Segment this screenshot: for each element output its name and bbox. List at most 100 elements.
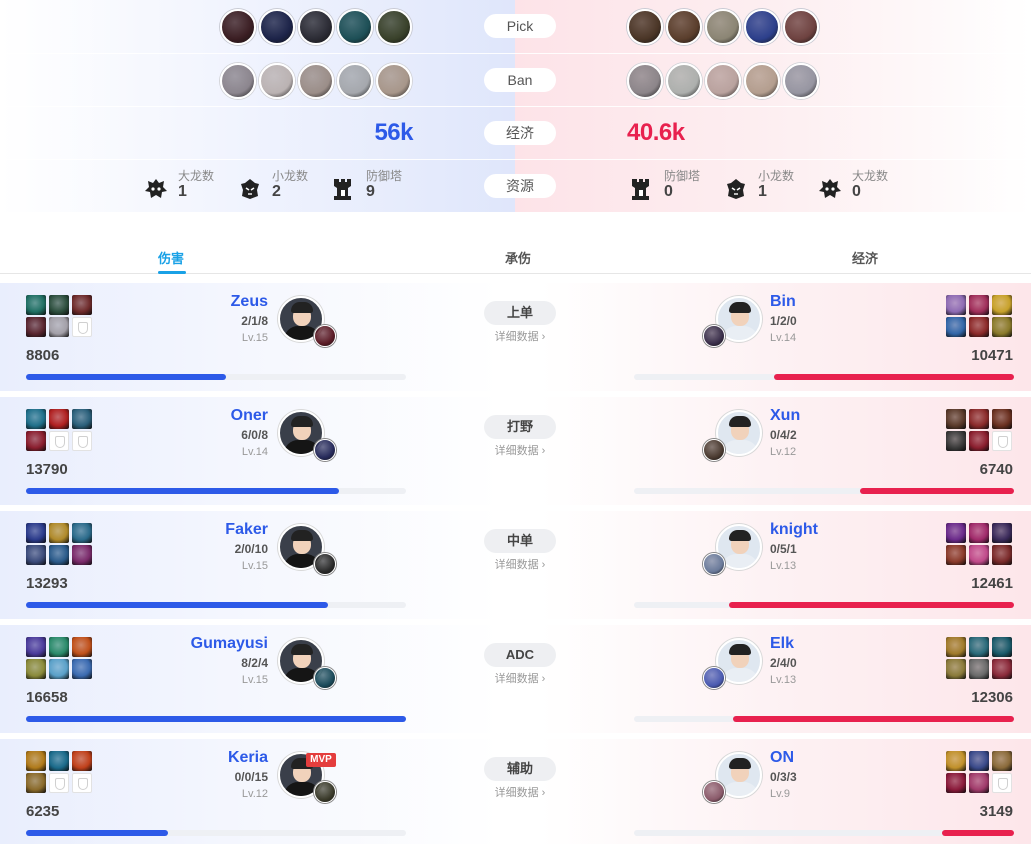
item-icon[interactable] — [72, 659, 92, 679]
empty-item-slot-icon[interactable] — [72, 431, 92, 451]
item-icon[interactable] — [946, 409, 966, 429]
avatar-hair — [291, 416, 313, 427]
item-icon[interactable] — [992, 317, 1012, 337]
item-icon[interactable] — [992, 637, 1012, 657]
blue-ban-4-portrait — [337, 63, 373, 99]
red-damage-value: 3149 — [979, 803, 1013, 820]
blue-ban-5-portrait — [376, 63, 412, 99]
item-icon[interactable] — [72, 295, 92, 315]
red-player-name[interactable]: knight — [770, 521, 818, 539]
blue-champion-icon — [314, 439, 336, 461]
item-icon[interactable] — [946, 637, 966, 657]
match-summary: Pick Ban 56k 经济 40.6k 大龙数 1 小龙数 2 防御塔 9 资源 防御… — [0, 0, 1031, 212]
empty-item-slot-icon[interactable] — [992, 431, 1012, 451]
item-icon[interactable] — [946, 317, 966, 337]
red-player-name[interactable]: Bin — [770, 293, 796, 311]
detail-link[interactable]: 详细数据 › — [478, 442, 562, 458]
lane-role-pill: 辅助 — [484, 757, 556, 781]
item-icon[interactable] — [992, 751, 1012, 771]
red-player-name[interactable]: Elk — [770, 635, 794, 653]
item-icon[interactable] — [72, 523, 92, 543]
empty-item-slot-icon[interactable] — [992, 773, 1012, 793]
item-icon[interactable] — [26, 773, 46, 793]
blue-player-name[interactable]: Zeus — [231, 293, 268, 311]
blue-damage-bar-fill — [26, 488, 339, 494]
item-icon[interactable] — [26, 431, 46, 451]
tab-damage[interactable]: 伤害 — [158, 248, 184, 267]
item-icon[interactable] — [992, 409, 1012, 429]
item-icon[interactable] — [969, 545, 989, 565]
blue-damage-bar — [26, 374, 406, 380]
red-item-build — [946, 523, 1012, 565]
blue-gold: 56k — [374, 119, 413, 146]
empty-item-slot-icon[interactable] — [72, 317, 92, 337]
red-player-name[interactable]: ON — [770, 749, 794, 767]
detail-link[interactable]: 详细数据 › — [478, 784, 562, 800]
item-icon[interactable] — [49, 637, 69, 657]
blue-damage-bar — [26, 830, 406, 836]
blue-player-name[interactable]: Oner — [231, 407, 268, 425]
red-player-level: Lv.9 — [770, 788, 790, 800]
item-icon[interactable] — [49, 545, 69, 565]
item-icon[interactable] — [992, 295, 1012, 315]
item-icon[interactable] — [946, 773, 966, 793]
item-icon[interactable] — [49, 523, 69, 543]
blue-player-name[interactable]: Gumayusi — [191, 635, 268, 653]
item-icon[interactable] — [992, 523, 1012, 543]
item-icon[interactable] — [946, 751, 966, 771]
item-icon[interactable] — [26, 637, 46, 657]
red-item-build — [946, 295, 1012, 337]
blue-player-name[interactable]: Keria — [228, 749, 268, 767]
item-icon[interactable] — [26, 409, 46, 429]
tab-damage-taken[interactable]: 承伤 — [505, 248, 531, 267]
item-icon[interactable] — [49, 409, 69, 429]
item-icon[interactable] — [969, 637, 989, 657]
avatar-hair — [729, 758, 751, 769]
item-icon[interactable] — [969, 431, 989, 451]
detail-link[interactable]: 详细数据 › — [478, 670, 562, 686]
item-icon[interactable] — [969, 751, 989, 771]
item-icon[interactable] — [969, 773, 989, 793]
item-icon[interactable] — [26, 751, 46, 771]
item-icon[interactable] — [26, 545, 46, 565]
empty-item-slot-icon[interactable] — [49, 431, 69, 451]
red-damage-bar — [634, 830, 1014, 836]
item-icon[interactable] — [72, 751, 92, 771]
item-icon[interactable] — [969, 317, 989, 337]
item-icon[interactable] — [49, 751, 69, 771]
item-icon[interactable] — [946, 523, 966, 543]
item-icon[interactable] — [49, 659, 69, 679]
item-icon[interactable] — [992, 545, 1012, 565]
item-icon[interactable] — [49, 295, 69, 315]
item-icon[interactable] — [946, 295, 966, 315]
blue-damage-value: 8806 — [26, 347, 60, 364]
item-icon[interactable] — [969, 295, 989, 315]
resource-label: 防御塔 — [366, 169, 403, 183]
item-icon[interactable] — [72, 637, 92, 657]
item-icon[interactable] — [946, 545, 966, 565]
item-icon[interactable] — [26, 659, 46, 679]
red-player-name[interactable]: Xun — [770, 407, 800, 425]
item-icon[interactable] — [26, 295, 46, 315]
detail-link[interactable]: 详细数据 › — [478, 328, 562, 344]
item-icon[interactable] — [969, 409, 989, 429]
item-icon[interactable] — [26, 317, 46, 337]
item-icon[interactable] — [969, 659, 989, 679]
item-icon[interactable] — [969, 523, 989, 543]
item-icon[interactable] — [72, 545, 92, 565]
empty-item-slot-icon[interactable] — [72, 773, 92, 793]
detail-link[interactable]: 详细数据 › — [478, 556, 562, 572]
blue-pick-2-portrait — [259, 9, 295, 45]
blue-player-name[interactable]: Faker — [225, 521, 268, 539]
empty-item-slot-icon[interactable] — [49, 773, 69, 793]
red-gold: 40.6k — [627, 119, 685, 146]
red-player-kda: 0/4/2 — [770, 428, 797, 442]
item-icon[interactable] — [72, 409, 92, 429]
item-icon[interactable] — [946, 431, 966, 451]
item-icon[interactable] — [946, 659, 966, 679]
tab-gold[interactable]: 经济 — [852, 248, 878, 267]
item-icon[interactable] — [49, 317, 69, 337]
item-icon[interactable] — [26, 523, 46, 543]
item-icon[interactable] — [992, 659, 1012, 679]
avatar-shirt — [722, 326, 758, 340]
